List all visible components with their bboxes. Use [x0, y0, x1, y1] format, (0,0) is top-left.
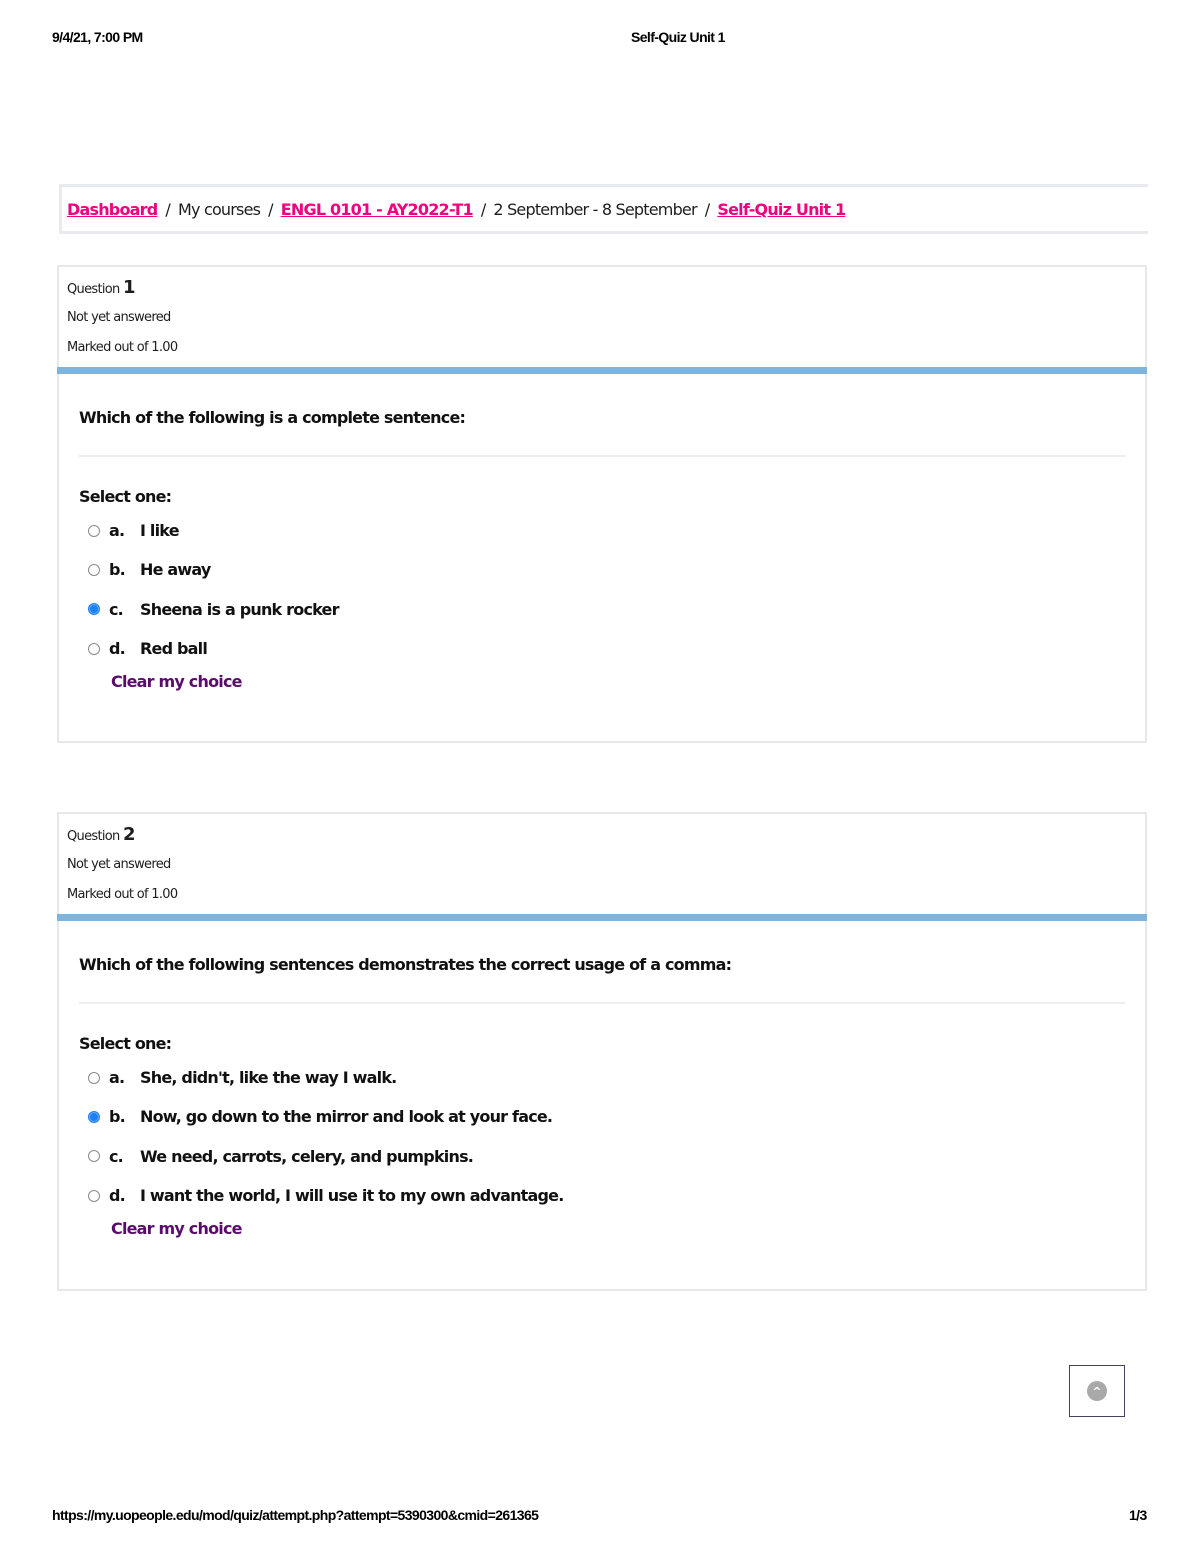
radio-button[interactable] [88, 1189, 100, 1202]
answer-letter: a. [109, 1068, 125, 1088]
print-page-number: 1/3 [1129, 1507, 1147, 1523]
answer-list: a. I like b. He away c. Sheena is a punk… [79, 511, 1125, 668]
question-accent-bar [57, 914, 1147, 921]
question-number: Question 1 [67, 277, 136, 298]
print-header: 9/4/21, 7:00 PM Self-Quiz Unit 1 [0, 29, 1200, 49]
breadcrumb: Dashboard / My courses / ENGL 0101 - AY2… [59, 184, 1148, 234]
question-content: Which of the following sentences demonst… [59, 955, 1145, 1238]
answer-letter: b. [109, 560, 126, 580]
question-content: Which of the following is a complete sen… [59, 408, 1145, 691]
radio-button[interactable] [88, 1150, 100, 1163]
answer-option-d[interactable]: d. Red ball [79, 629, 1125, 668]
breadcrumb-week: 2 September - 8 September [493, 199, 697, 219]
answer-text: I like [140, 521, 180, 541]
select-one-prompt: Select one: [79, 487, 172, 506]
radio-button[interactable] [88, 642, 100, 655]
answer-letter: c. [109, 1146, 124, 1166]
back-to-top-button[interactable]: ^ [1069, 1365, 1125, 1417]
radio-button[interactable] [88, 563, 100, 576]
answer-text: I want the world, I will use it to my ow… [140, 1186, 564, 1206]
breadcrumb-separator: / [268, 199, 273, 219]
answer-text: She, didn't, like the way I walk. [140, 1068, 397, 1088]
answer-option-d[interactable]: d. I want the world, I will use it to my… [79, 1176, 1125, 1215]
radio-button[interactable] [88, 1071, 100, 1084]
chevron-up-icon: ^ [1087, 1381, 1107, 1401]
question-number-value: 2 [122, 824, 136, 845]
breadcrumb-separator: / [165, 199, 170, 219]
print-footer: https://my.uopeople.edu/mod/quiz/attempt… [0, 1507, 1200, 1527]
print-datetime: 9/4/21, 7:00 PM [52, 29, 143, 45]
question-2: Question 2 Not yet answered Marked out o… [57, 812, 1147, 1291]
breadcrumb-course[interactable]: ENGL 0101 - AY2022-T1 [281, 200, 474, 219]
radio-button[interactable] [88, 1110, 100, 1123]
print-title: Self-Quiz Unit 1 [631, 29, 725, 45]
select-one-prompt: Select one: [79, 1034, 172, 1053]
breadcrumb-quiz[interactable]: Self-Quiz Unit 1 [717, 200, 846, 219]
answer-letter: a. [109, 521, 125, 541]
question-text: Which of the following sentences demonst… [79, 955, 732, 974]
answer-list: a. She, didn't, like the way I walk. b. … [79, 1058, 1125, 1215]
question-number-value: 1 [122, 277, 136, 298]
answer-text: Sheena is a punk rocker [140, 599, 339, 619]
answer-text: We need, carrots, celery, and pumpkins. [140, 1146, 474, 1166]
radio-button[interactable] [88, 524, 100, 537]
answer-option-a[interactable]: a. She, didn't, like the way I walk. [79, 1058, 1125, 1097]
question-grade: Marked out of 1.00 [67, 887, 178, 902]
clear-my-choice-link[interactable]: Clear my choice [111, 672, 243, 691]
answer-option-a[interactable]: a. I like [79, 511, 1125, 550]
answer-letter: d. [109, 639, 126, 659]
clear-my-choice-link[interactable]: Clear my choice [111, 1219, 243, 1238]
divider [79, 455, 1125, 457]
question-label: Question [67, 829, 120, 844]
breadcrumb-dashboard[interactable]: Dashboard [67, 200, 158, 219]
question-label: Question [67, 282, 120, 297]
answer-letter: b. [109, 1107, 126, 1127]
answer-option-b[interactable]: b. He away [79, 550, 1125, 589]
question-state: Not yet answered [67, 857, 171, 872]
answer-text: Red ball [140, 639, 208, 659]
question-info: Question 1 Not yet answered Marked out o… [59, 267, 1145, 367]
answer-option-c[interactable]: c. Sheena is a punk rocker [79, 590, 1125, 629]
radio-button[interactable] [88, 603, 100, 616]
question-grade: Marked out of 1.00 [67, 340, 178, 355]
answer-option-c[interactable]: c. We need, carrots, celery, and pumpkin… [79, 1137, 1125, 1176]
question-accent-bar [57, 367, 1147, 374]
question-state: Not yet answered [67, 310, 171, 325]
question-info: Question 2 Not yet answered Marked out o… [59, 814, 1145, 914]
question-number: Question 2 [67, 824, 136, 845]
answer-letter: d. [109, 1186, 126, 1206]
answer-letter: c. [109, 599, 124, 619]
divider [79, 1002, 1125, 1004]
breadcrumb-separator: / [704, 199, 710, 219]
answer-option-b[interactable]: b. Now, go down to the mirror and look a… [79, 1097, 1125, 1136]
question-1: Question 1 Not yet answered Marked out o… [57, 265, 1147, 743]
breadcrumb-separator: / [480, 199, 486, 219]
breadcrumb-my-courses: My courses [177, 199, 261, 219]
answer-text: Now, go down to the mirror and look at y… [140, 1107, 553, 1127]
question-text: Which of the following is a complete sen… [79, 408, 466, 427]
print-url: https://my.uopeople.edu/mod/quiz/attempt… [52, 1507, 539, 1523]
answer-text: He away [140, 560, 211, 580]
